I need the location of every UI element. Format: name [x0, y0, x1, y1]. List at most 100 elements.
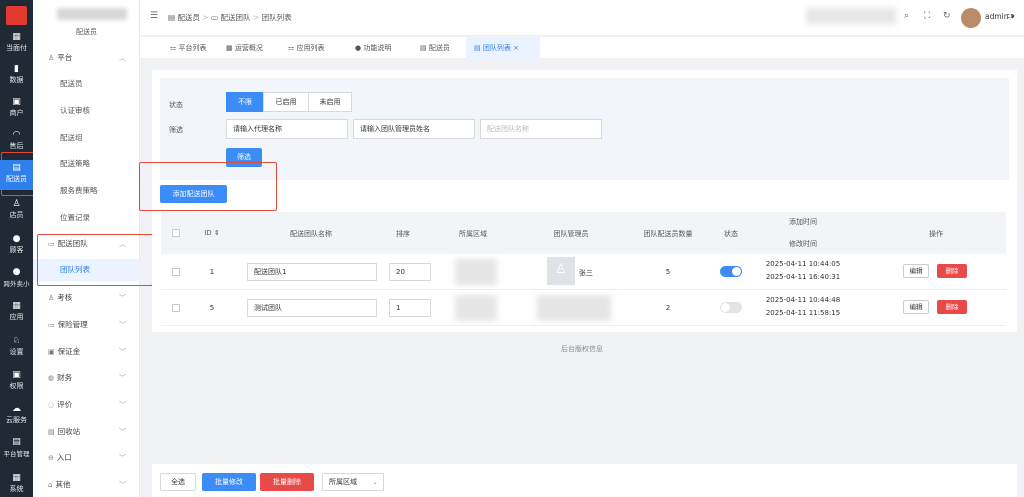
breadcrumb: ▤ 配送员 > ▭ 配送团队 > 团队列表	[168, 13, 292, 22]
sub-menu-title: 配送员	[76, 28, 97, 36]
courier-icon: ▤	[474, 44, 483, 52]
row-checkbox[interactable]	[172, 268, 180, 276]
region-select[interactable]: 所属区域 ⌄	[322, 473, 384, 491]
submenu-item-group[interactable]: 配送组	[33, 127, 140, 149]
status-toggle[interactable]	[720, 302, 742, 313]
header-sort: 排序	[396, 230, 410, 238]
edit-button[interactable]: 编辑	[903, 300, 929, 314]
header-mod-time: 修改时间	[789, 240, 817, 248]
other-icon: ⌂	[48, 481, 53, 489]
header-manager: 团队管理员	[553, 230, 589, 238]
edit-button[interactable]: 编辑	[903, 264, 929, 278]
finance-icon: ◍	[48, 374, 55, 382]
rail-item-cloud[interactable]: ☁ 云服务	[0, 404, 33, 425]
status-option-enabled[interactable]: 已启用	[263, 92, 309, 112]
close-icon[interactable]: ×	[511, 44, 519, 52]
delete-button[interactable]: 删除	[937, 300, 967, 314]
row-checkbox[interactable]	[172, 304, 180, 312]
submenu-item-location[interactable]: 位置记录	[33, 207, 140, 229]
batch-edit-button[interactable]: 批量修改	[202, 473, 256, 491]
status-option-all[interactable]: 不限	[226, 92, 264, 112]
batch-delete-button[interactable]: 批量删除	[260, 473, 314, 491]
trash-icon: ▤	[48, 428, 55, 436]
submenu-group-insurance[interactable]: ▭ 保险管理 ﹀	[33, 314, 140, 336]
delete-button[interactable]: 删除	[937, 264, 967, 278]
tab-platform-list[interactable]: ⚏ 平台列表	[162, 37, 215, 59]
rail-item-pay[interactable]: ▦ 当面付	[0, 32, 33, 53]
submenu-item-courier[interactable]: 配送员	[33, 73, 140, 95]
add-time: 2025-04-11 10:44:05	[765, 260, 841, 268]
refresh-icon[interactable]: ↻	[943, 11, 951, 21]
region-value	[455, 259, 497, 285]
manager-name-input[interactable]: 请输入团队管理员姓名	[353, 119, 475, 139]
submenu-group-recycle[interactable]: ▤ 回收站 ﹀	[33, 421, 140, 443]
chevron-up-icon: ︿	[119, 54, 126, 62]
status-option-disabled[interactable]: 未启用	[308, 92, 352, 112]
rail-item-settings[interactable]: ♘ 设置	[0, 336, 33, 357]
app-rail: ▦ 当面付 ▮ 数据 ▣ 商户 ◠ 售后 ▤ 配送员 ♙ 店员 ● 顾客 ● 跨外卖小 ▦ 应用 …	[0, 0, 33, 497]
store-icon: ▣	[12, 97, 21, 107]
qr-icon: ▦	[12, 32, 21, 42]
team-name-field[interactable]: 配送团队1	[247, 263, 377, 281]
header-count: 团队配送员数量	[643, 230, 693, 238]
rail-item-system[interactable]: ▦ 系统	[0, 473, 33, 494]
team-name-field[interactable]: 测试团队	[247, 299, 377, 317]
rail-item-apps[interactable]: ▦ 应用	[0, 301, 33, 322]
submenu-highlight-box	[37, 234, 153, 286]
rail-item-merchant[interactable]: ▣ 商户	[0, 97, 33, 118]
avatar[interactable]	[961, 8, 981, 28]
settings-grid-icon[interactable]: ⚏	[1006, 11, 1014, 21]
submenu-group-review[interactable]: ◌ 评价 ﹀	[33, 394, 140, 416]
select-all-checkbox[interactable]	[172, 229, 180, 237]
customer-icon: ●	[12, 234, 21, 244]
deposit-icon: ▣	[48, 348, 55, 356]
chevron-down-icon: ﹀	[119, 321, 126, 329]
chevron-down-icon: ﹀	[119, 401, 126, 409]
submenu-item-strategy[interactable]: 配送策略	[33, 153, 140, 175]
submenu-group-deposit[interactable]: ▣ 保证金 ﹀	[33, 341, 140, 363]
filter-label: 筛选	[169, 126, 183, 134]
team-name-input[interactable]: 配送团队名称	[480, 119, 602, 139]
tab-app-list[interactable]: ⚏ 应用列表	[280, 37, 333, 59]
table-row: 1 配送团队1 20 ♙ 张三 5 2025-04-11 10:44:05 20…	[161, 254, 1006, 290]
submenu-group-other[interactable]: ⌂ 其他 ﹀	[33, 474, 140, 496]
submenu-group-entry[interactable]: ⊖ 入口 ﹀	[33, 447, 140, 469]
rail-item-aftersale[interactable]: ◠ 售后	[0, 130, 33, 151]
grid-icon: ⚏	[288, 44, 297, 52]
grid-icon: ▦	[12, 301, 21, 311]
rail-item-data[interactable]: ▮ 数据	[0, 64, 33, 85]
submenu-group-assess[interactable]: ♙ 考核 ﹀	[33, 287, 140, 309]
search-icon[interactable]: ⌕	[904, 11, 909, 21]
top-bar: ☰ ▤ 配送员 > ▭ 配送团队 > 团队列表 ⌕ ⛶ ↻ admin ▾ ⚏	[140, 0, 1024, 36]
submenu-item-fee[interactable]: 服务费策略	[33, 180, 140, 202]
fullscreen-icon[interactable]: ⛶	[924, 11, 930, 21]
agent-name-input[interactable]: 请输入代理名称	[226, 119, 348, 139]
rail-item-permission[interactable]: ▣ 权限	[0, 370, 33, 391]
review-icon: ◌	[48, 401, 55, 409]
row-id: 5	[209, 304, 215, 312]
monitor-icon: ▭	[211, 13, 221, 22]
rail-item-platform[interactable]: ▤ 平台管理	[0, 437, 33, 458]
select-all-button[interactable]: 全选	[160, 473, 196, 491]
submenu-item-verify[interactable]: 认证审核	[33, 100, 140, 122]
collapse-icon[interactable]: ☰	[150, 11, 158, 21]
rail-item-customer[interactable]: ● 顾客	[0, 234, 33, 255]
tab-courier[interactable]: ▤ 配送员	[412, 37, 458, 59]
brand-logo	[57, 8, 127, 20]
rail-item-clerk[interactable]: ♙ 店员	[0, 199, 33, 220]
sort-field[interactable]: 20	[389, 263, 431, 281]
entry-icon: ⊖	[48, 454, 54, 462]
tab-team-list[interactable]: ▤ 团队列表 ×	[466, 37, 540, 59]
header-id[interactable]: ID ⇕	[197, 229, 227, 237]
search-area	[806, 8, 896, 24]
tab-overview[interactable]: ▦ 运营概况	[218, 37, 271, 59]
submenu-group-platform[interactable]: ♙ 平台 ︿	[33, 47, 140, 69]
status-toggle[interactable]	[720, 266, 742, 277]
submenu-group-finance[interactable]: ◍ 财务 ﹀	[33, 367, 140, 389]
sort-icon: ⇕	[213, 229, 220, 237]
chevron-down-icon: ﹀	[119, 428, 126, 436]
manager-avatar: ♙	[547, 257, 575, 285]
sort-field[interactable]: 1	[389, 299, 431, 317]
rail-item-miniapp[interactable]: ● 跨外卖小	[0, 267, 33, 288]
tab-docs[interactable]: ● 功能说明	[347, 37, 399, 59]
